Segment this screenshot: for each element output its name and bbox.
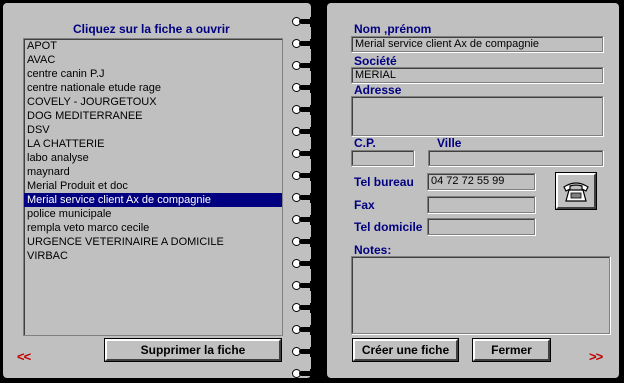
tel-home-label: Tel domicile (354, 220, 423, 234)
contact-list[interactable]: APOT AVAC centre canin P.J centre nationale… (23, 38, 283, 336)
name-label: Nom ,prénom (354, 22, 432, 36)
next-page-arrow[interactable]: >> (589, 349, 603, 364)
delete-record-button[interactable]: Supprimer la fiche (105, 339, 281, 361)
list-item[interactable]: COVELY - JOURGETOUX (24, 95, 282, 109)
company-label: Société (354, 54, 397, 68)
list-item[interactable]: DOG MEDITERRANEE (24, 109, 282, 123)
create-record-button[interactable]: Créer une fiche (353, 339, 458, 361)
list-item[interactable]: maynard (24, 165, 282, 179)
address-label: Adresse (354, 83, 402, 97)
left-page: Cliquez sur la fiche a ouvrir APOT AVAC ce… (3, 3, 311, 378)
list-item[interactable]: centre nationale etude rage (24, 81, 282, 95)
notes-field[interactable] (351, 256, 610, 334)
postal-code-field[interactable] (351, 150, 414, 166)
list-title: Cliquez sur la fiche a ouvrir (73, 22, 230, 36)
close-button[interactable]: Fermer (473, 339, 550, 361)
city-field[interactable] (428, 150, 603, 166)
postal-code-label: C.P. (354, 136, 376, 150)
fax-field[interactable] (427, 196, 535, 213)
list-item[interactable]: AVAC (24, 53, 282, 67)
fax-label: Fax (354, 198, 375, 212)
notes-label: Notes: (354, 243, 392, 257)
list-item[interactable]: Merial service client Ax de compagnie (24, 193, 282, 207)
previous-page-arrow[interactable]: << (17, 349, 31, 364)
list-item[interactable]: APOT (24, 39, 282, 53)
list-item[interactable]: DSV (24, 123, 282, 137)
list-item[interactable]: centre canin P.J (24, 67, 282, 81)
list-item[interactable]: VIRBAC (24, 249, 282, 263)
list-item[interactable]: police municipale (24, 207, 282, 221)
name-field[interactable]: Merial service client Ax de compagnie (351, 36, 603, 52)
company-field[interactable]: MERIAL (351, 67, 603, 83)
address-field[interactable] (351, 96, 603, 136)
dial-button[interactable] (556, 173, 596, 209)
city-label: Ville (437, 136, 462, 150)
telephone-icon (563, 182, 589, 202)
tel-home-field[interactable] (427, 218, 535, 235)
list-item[interactable]: LA CHATTERIE (24, 137, 282, 151)
list-item[interactable]: Merial Produit et doc (24, 179, 282, 193)
list-item[interactable]: rempla veto marco cecile (24, 221, 282, 235)
list-item[interactable]: URGENCE VETERINAIRE A DOMICILE (24, 235, 282, 249)
tel-office-field[interactable]: 04 72 72 55 99 (427, 173, 535, 190)
tel-office-label: Tel bureau (354, 175, 414, 189)
list-item[interactable]: labo analyse (24, 151, 282, 165)
